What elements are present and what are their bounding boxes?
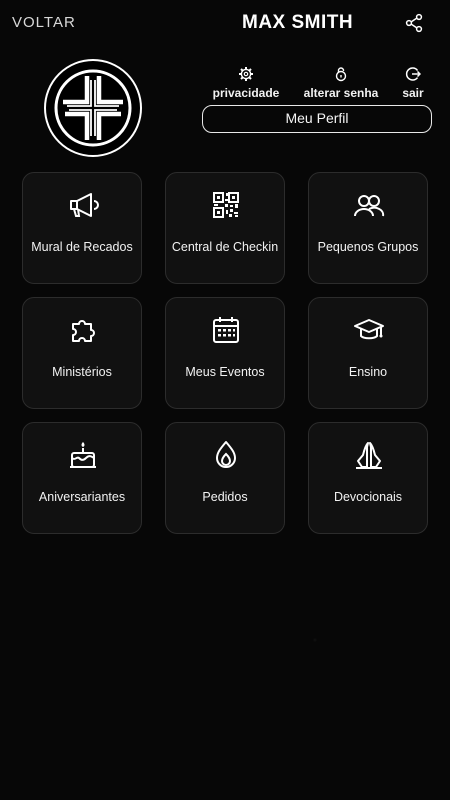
gear-icon: [239, 67, 253, 81]
menu-item-label: Central de Checkin: [171, 240, 279, 254]
privacy-button[interactable]: privacidade: [206, 66, 286, 100]
menu-item-mural-de-recados[interactable]: Mural de Recados: [22, 172, 142, 284]
menu-item-label: Pequenos Grupos: [317, 240, 419, 254]
user-name: MAX SMITH: [242, 12, 354, 33]
church-cross-logo: [44, 59, 142, 157]
change-password-label: alterar senha: [303, 86, 379, 100]
my-profile-button[interactable]: Meu Perfil: [202, 105, 432, 133]
menu-item-label: Pedidos: [202, 490, 248, 504]
privacy-label: privacidade: [212, 86, 280, 100]
logout-button[interactable]: sair: [373, 66, 450, 100]
lock-icon: [335, 67, 347, 82]
menu-grid: Mural de Recados Central de Checkin Pequ…: [22, 172, 428, 534]
menu-item-ensino[interactable]: Ensino: [308, 297, 428, 409]
change-password-button[interactable]: alterar senha: [301, 66, 381, 100]
graduation-cap-icon: [354, 319, 384, 340]
puzzle-icon: [72, 320, 95, 342]
qr-code-icon: [213, 192, 239, 218]
menu-item-ministerios[interactable]: Ministérios: [22, 297, 142, 409]
praying-hands-icon: [356, 442, 382, 469]
menu-item-pedidos[interactable]: Pedidos: [165, 422, 285, 534]
back-button[interactable]: VOLTAR: [12, 14, 76, 31]
app-screen: VOLTAR MAX SMITH privacidade alterar sen…: [0, 0, 450, 800]
share-icon[interactable]: [404, 13, 424, 33]
menu-item-label: Ministérios: [52, 365, 112, 379]
menu-item-aniversariantes[interactable]: Aniversariantes: [22, 422, 142, 534]
logout-icon: [405, 67, 421, 81]
menu-item-pequenos-grupos[interactable]: Pequenos Grupos: [308, 172, 428, 284]
menu-item-meus-eventos[interactable]: Meus Eventos: [165, 297, 285, 409]
megaphone-icon: [70, 193, 99, 217]
menu-item-label: Mural de Recados: [31, 240, 133, 254]
menu-item-devocionais[interactable]: Devocionais: [308, 422, 428, 534]
menu-item-label: Ensino: [348, 365, 388, 379]
menu-item-central-de-checkin[interactable]: Central de Checkin: [165, 172, 285, 284]
group-icon: [354, 195, 385, 217]
menu-item-label: Aniversariantes: [38, 490, 126, 504]
flame-icon: [216, 441, 236, 468]
logout-label: sair: [402, 86, 424, 100]
menu-item-label: Devocionais: [333, 490, 403, 504]
birthday-cake-icon: [70, 442, 96, 468]
menu-item-label: Meus Eventos: [185, 365, 265, 379]
calendar-icon: [213, 317, 239, 343]
